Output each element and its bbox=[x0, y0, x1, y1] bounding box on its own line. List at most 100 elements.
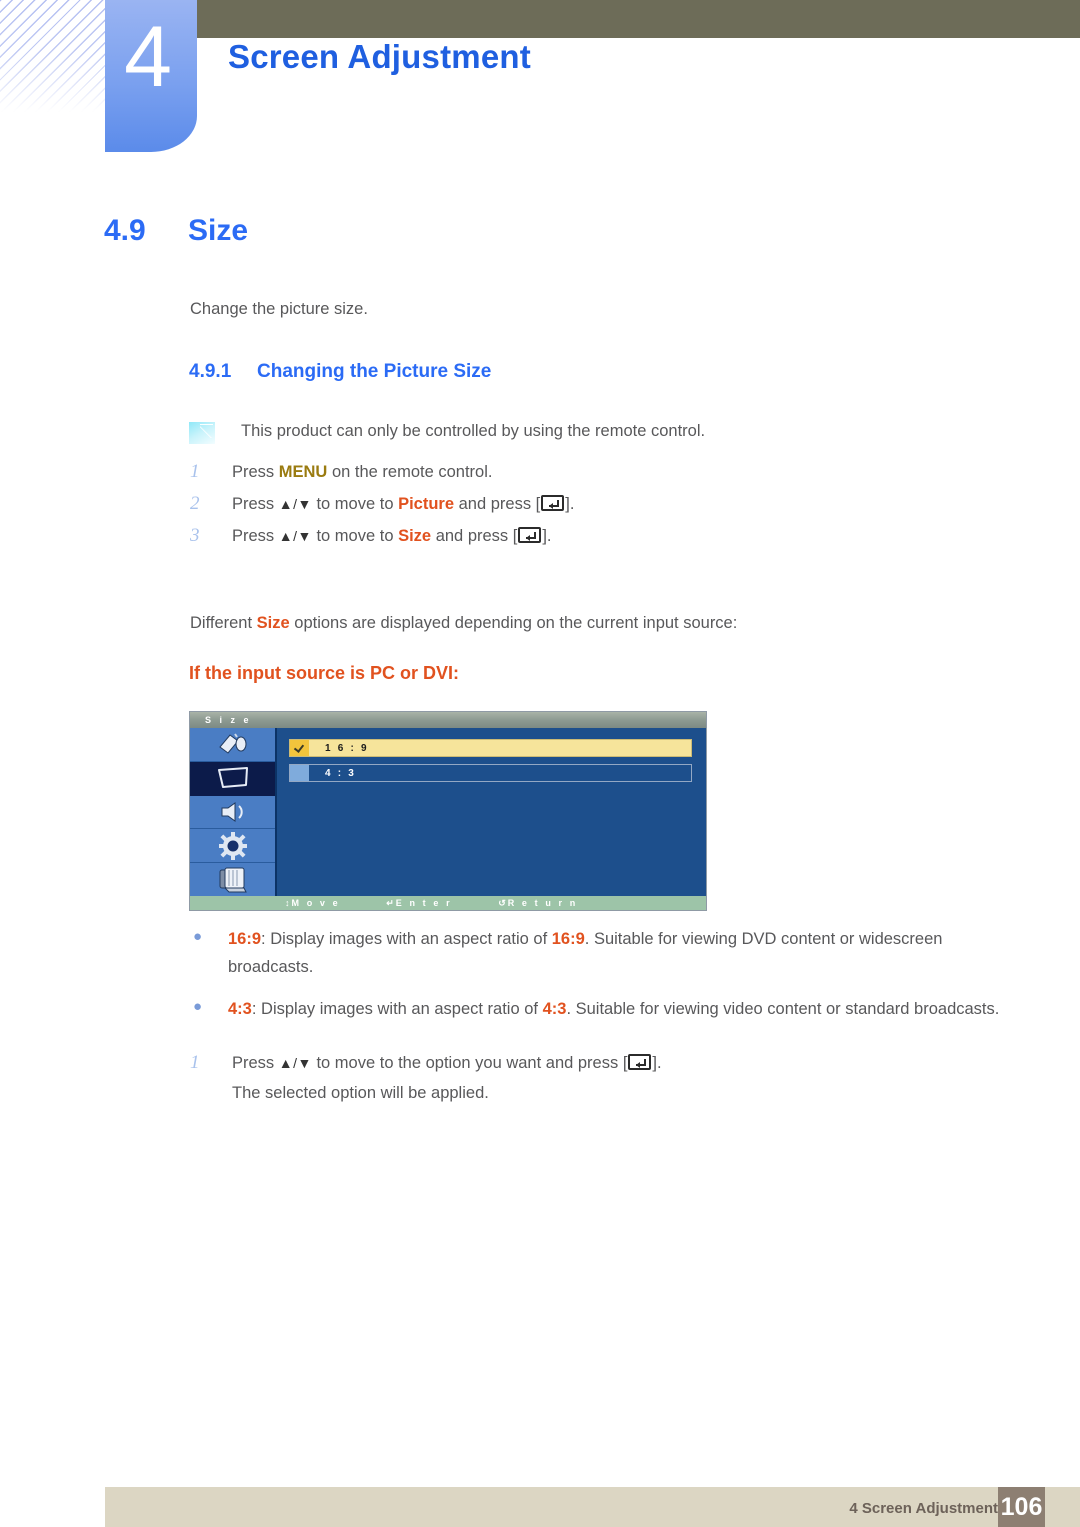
step-text: Press ▲/▼ to move to Picture and press [… bbox=[232, 495, 574, 514]
osd-footer-bar: ↕ M o v e ↵ E n t e r ↺ R e t u r n bbox=[190, 896, 706, 910]
bullet-dot-icon: ● bbox=[193, 928, 203, 945]
updown-arrow-icon: ↕ bbox=[285, 898, 290, 908]
step-item: 3 Press ▲/▼ to move to Size and press []… bbox=[190, 525, 930, 547]
osd-body: 1 6 : 9 4 : 3 bbox=[190, 728, 706, 896]
step-number: 2 bbox=[190, 493, 200, 514]
osd-footer-move-label: M o v e bbox=[291, 898, 341, 908]
different-pre: Different bbox=[190, 614, 257, 632]
document-page: 4 Screen Adjustment 4.9 Size Change the p… bbox=[0, 0, 1080, 1527]
chapter-title: Screen Adjustment bbox=[228, 38, 531, 75]
aspect-ratio-bullets: ● 16:9: Display images with an aspect ra… bbox=[190, 925, 1005, 1037]
return-arrow-icon: ↺ bbox=[498, 897, 506, 908]
check-icon bbox=[293, 742, 305, 753]
step-item: 1 Press ▲/▼ to move to the option you wa… bbox=[190, 1052, 930, 1074]
step-item: 1 Press MENU on the remote control. bbox=[190, 461, 930, 483]
step-text-pre: Press bbox=[232, 1054, 279, 1072]
bullet-mid: : Display images with an aspect ratio of bbox=[261, 930, 552, 948]
step-number: 1 bbox=[190, 1052, 200, 1073]
different-options-text: Different Size options are displayed dep… bbox=[190, 611, 737, 637]
keyword-menu: MENU bbox=[278, 463, 328, 481]
enter-key-icon bbox=[628, 1054, 652, 1070]
bullet-mid: : Display images with an aspect ratio of bbox=[251, 1000, 543, 1019]
section-intro-text: Change the picture size. bbox=[190, 300, 368, 318]
picture-screen-icon[interactable] bbox=[190, 761, 275, 796]
step-number: 3 bbox=[190, 525, 200, 546]
step-number: 1 bbox=[190, 461, 200, 482]
list-item: ● 4:3: Display images with an aspect rat… bbox=[190, 995, 1005, 1023]
bullet-text: 4:3: Display images with an aspect ratio… bbox=[228, 995, 999, 1023]
osd-option-16-9[interactable]: 1 6 : 9 bbox=[289, 739, 692, 757]
bullet-text: 16:9: Display images with an aspect rati… bbox=[228, 925, 1005, 981]
osd-option-4-3[interactable]: 4 : 3 bbox=[289, 764, 692, 782]
page-number: 106 bbox=[998, 1487, 1045, 1527]
step-text-pre: Press bbox=[232, 495, 279, 513]
osd-footer-return-label: R e t u r n bbox=[507, 898, 578, 908]
keyword-4-3: 4:3 bbox=[228, 1000, 252, 1019]
note-block: This product can only be controlled by u… bbox=[189, 419, 889, 445]
input-source-icon[interactable] bbox=[190, 728, 275, 762]
step-item: 2 Press ▲/▼ to move to Picture and press… bbox=[190, 493, 930, 515]
steps-list: 1 Press MENU on the remote control. 2 Pr… bbox=[190, 461, 930, 557]
sound-speaker-icon[interactable] bbox=[190, 795, 275, 830]
list-item: ● 16:9: Display images with an aspect ra… bbox=[190, 925, 1005, 981]
section-title: Size bbox=[188, 214, 249, 247]
bullet-rest: . Suitable for viewing video content or … bbox=[566, 1000, 1000, 1019]
osd-footer-enter: ↵ E n t e r bbox=[386, 898, 452, 909]
osd-sidebar bbox=[190, 728, 277, 896]
step-text-tail: ]. bbox=[565, 495, 575, 513]
updown-arrows-icon: ▲/▼ bbox=[278, 1055, 312, 1071]
subsection-title: Changing the Picture Size bbox=[257, 361, 492, 382]
different-post: options are displayed depending on the c… bbox=[289, 614, 738, 632]
step-text-post: to move to the option you want and press… bbox=[311, 1054, 628, 1072]
enter-key-icon bbox=[518, 527, 542, 543]
section-number: 4.9 bbox=[104, 214, 146, 247]
keyword-size: Size bbox=[398, 527, 432, 545]
updown-arrows-icon: ▲/▼ bbox=[278, 528, 312, 544]
keyword-picture: Picture bbox=[398, 495, 455, 513]
header-bar bbox=[105, 0, 1080, 38]
step-text: Press MENU on the remote control. bbox=[232, 463, 492, 482]
step-text-pre: Press bbox=[232, 527, 279, 545]
osd-checkbox-selected[interactable] bbox=[290, 740, 309, 756]
picture-screen-glyph bbox=[217, 767, 248, 789]
step-text: Press ▲/▼ to move to Size and press []. bbox=[232, 527, 552, 546]
input-source-glyph bbox=[218, 733, 246, 755]
note-icon bbox=[189, 422, 215, 444]
keyword-16-9: 16:9 bbox=[228, 930, 262, 948]
step-text-post: and press [ bbox=[431, 527, 518, 545]
bullet-dot-icon: ● bbox=[193, 998, 203, 1016]
chapter-number: 4 bbox=[124, 9, 172, 105]
note-text: This product can only be controlled by u… bbox=[241, 422, 706, 440]
input-source-heading: If the input source is PC or DVI: bbox=[189, 663, 460, 683]
osd-option-list: 1 6 : 9 4 : 3 bbox=[277, 728, 706, 896]
osd-footer-return: ↺ R e t u r n bbox=[498, 898, 578, 909]
osd-option-label: 1 6 : 9 bbox=[325, 742, 369, 754]
final-step-subtext: The selected option will be applied. bbox=[232, 1084, 489, 1102]
osd-menu-screenshot: S i z e 1 6: 9 4: 3 ↕ M o v e ↵ E n t … bbox=[189, 711, 707, 911]
enter-key-icon bbox=[541, 495, 565, 511]
chapter-number-badge: 4 bbox=[105, 0, 197, 152]
keyword-size: Size bbox=[256, 614, 290, 632]
sound-speaker-glyph bbox=[221, 802, 243, 822]
keyword-4-3: 4:3 bbox=[542, 1000, 567, 1019]
subsection-heading: 4.9.1 Changing the Picture Size bbox=[189, 361, 491, 383]
osd-footer-move: ↕ M o v e bbox=[285, 898, 340, 908]
step-text-pre: Press bbox=[232, 463, 279, 481]
step-text-mid: to move to bbox=[311, 495, 399, 513]
osd-checkbox-unselected[interactable] bbox=[290, 765, 309, 781]
osd-option-label: 4 : 3 bbox=[325, 767, 357, 779]
setup-gear-icon[interactable] bbox=[190, 829, 275, 864]
enter-arrow-icon: ↵ bbox=[386, 897, 394, 908]
osd-footer-enter-label: E n t e r bbox=[395, 898, 453, 908]
step-text-tail: ]. bbox=[652, 1054, 662, 1072]
footer-chapter-label: 4 Screen Adjustment bbox=[849, 1500, 998, 1517]
updown-arrows-icon: ▲/▼ bbox=[278, 496, 312, 512]
osd-title-bar: S i z e bbox=[190, 712, 706, 728]
step-text-post: and press [ bbox=[454, 495, 541, 513]
step-text-tail: ]. bbox=[542, 527, 552, 545]
step-text-mid: to move to bbox=[311, 527, 399, 545]
multi-control-glyph bbox=[219, 867, 247, 893]
multi-control-icon[interactable] bbox=[190, 863, 275, 896]
keyword-16-9: 16:9 bbox=[551, 930, 585, 948]
section-heading: 4.9 Size bbox=[104, 214, 248, 248]
